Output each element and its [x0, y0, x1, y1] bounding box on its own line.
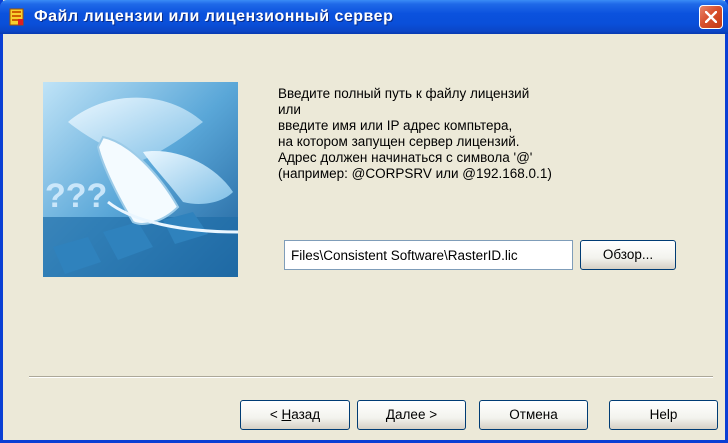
- button-separator: [29, 376, 713, 378]
- instruction-line: на котором запущен сервер лицензий.: [278, 134, 520, 149]
- next-button[interactable]: Далее >: [357, 400, 466, 430]
- license-path-input[interactable]: [284, 240, 573, 270]
- close-button[interactable]: [699, 5, 723, 29]
- back-button-prefix: <: [269, 407, 282, 422]
- cancel-button[interactable]: Отмена: [479, 400, 588, 430]
- close-icon: [705, 11, 717, 23]
- next-button-mnemonic: Д: [385, 407, 396, 422]
- title-bar[interactable]: Файл лицензии или лицензионный сервер: [0, 0, 728, 34]
- next-button-label: алее >: [395, 407, 438, 422]
- help-button[interactable]: Help: [609, 400, 718, 430]
- dialog-window: Файл лицензии или лицензионный сервер ??…: [0, 0, 728, 443]
- instruction-line: или: [278, 102, 301, 117]
- instruction-line: введите имя или IP адрес компьтера,: [278, 118, 513, 133]
- back-button-label: азад: [291, 407, 321, 422]
- back-button-mnemonic: Н: [281, 407, 292, 422]
- mouse-hand-image: ???: [43, 82, 238, 277]
- wizard-illustration: ???: [43, 82, 238, 277]
- window-title: Файл лицензии или лицензионный сервер: [34, 8, 394, 25]
- instruction-text: Введите полный путь к файлу лицензий или…: [278, 86, 552, 182]
- instruction-line: Адрес должен начинаться с символа '@': [278, 150, 533, 165]
- instruction-line: (например: @CORPSRV или @192.168.0.1): [278, 166, 552, 181]
- back-button[interactable]: < Назад: [240, 400, 350, 430]
- question-marks: ???: [45, 177, 107, 215]
- license-app-icon: [9, 8, 24, 26]
- browse-button[interactable]: Обзор...: [580, 240, 676, 270]
- instruction-line: Введите полный путь к файлу лицензий: [278, 86, 530, 101]
